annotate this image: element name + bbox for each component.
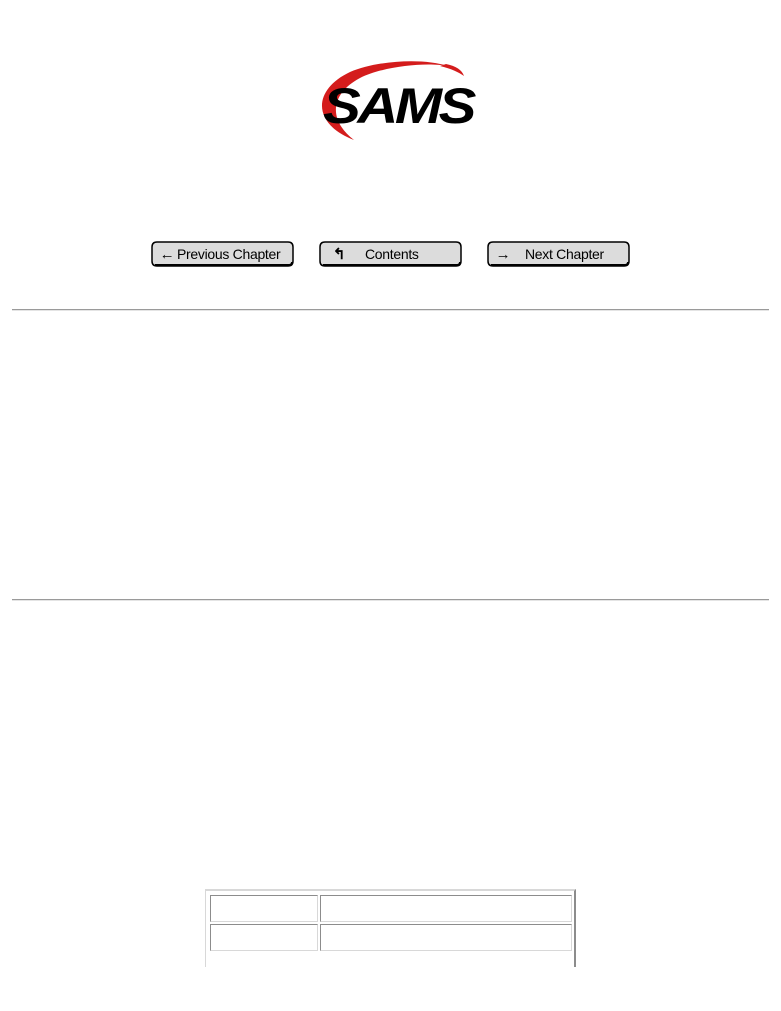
divider-bottom — [12, 599, 769, 601]
arrow-right-icon: → — [495, 245, 511, 263]
sams-logo: SAMS — [306, 54, 476, 144]
table-cell — [210, 924, 319, 951]
table-cell — [210, 895, 319, 922]
table-cell — [320, 895, 572, 922]
previous-chapter-label: Previous Chapter — [177, 246, 281, 262]
contents-label: Contents — [365, 246, 419, 262]
table-row — [210, 924, 572, 951]
contents-button[interactable]: ↰ Contents — [319, 241, 462, 267]
arrow-left-icon: ← — [159, 245, 175, 263]
info-table-frame — [205, 889, 576, 967]
table-row — [210, 895, 572, 922]
logo-swoosh-tail — [440, 64, 464, 76]
logo-lettering: SAMS — [323, 78, 476, 134]
table-cell — [320, 924, 572, 951]
divider-top — [12, 309, 769, 311]
next-chapter-button[interactable]: → Next Chapter — [487, 241, 630, 267]
sams-logo-graphic: SAMS — [321, 61, 476, 141]
next-chapter-label: Next Chapter — [525, 246, 604, 262]
info-table — [208, 893, 574, 953]
arrow-up-icon: ↰ — [332, 246, 346, 263]
previous-chapter-button[interactable]: ← Previous Chapter — [151, 241, 294, 267]
